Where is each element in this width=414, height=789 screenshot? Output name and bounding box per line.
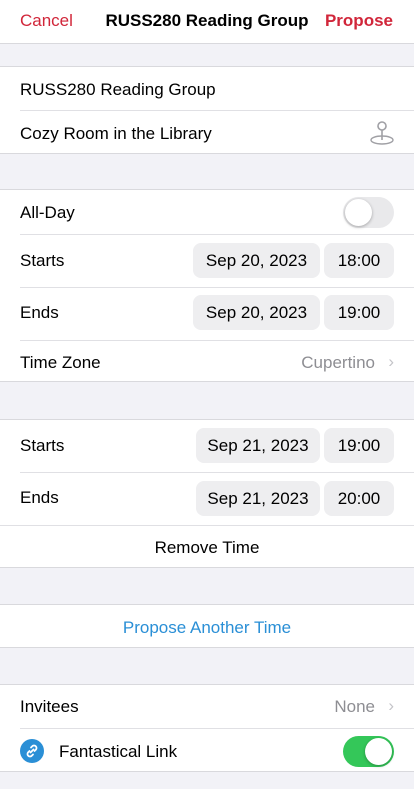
toggle-knob: [345, 199, 372, 226]
all-day-row: All-Day: [0, 190, 414, 234]
propose-another-time-button[interactable]: Propose Another Time: [0, 618, 414, 638]
navigation-bar: Cancel RUSS280 Reading Group Propose: [0, 0, 414, 44]
starts-time-button[interactable]: 18:00: [324, 243, 394, 278]
remove-time-row: Remove Time: [0, 526, 414, 569]
location-field[interactable]: Cozy Room in the Library: [0, 111, 414, 155]
chevron-right-icon: ›: [388, 352, 394, 371]
ends-label: Ends: [20, 303, 59, 322]
proposed-ends-row: Ends Sep 21, 2023 20:00: [0, 473, 414, 525]
invitees-row[interactable]: Invitees None ›: [0, 685, 414, 728]
time-zone-row[interactable]: Time Zone Cupertino ›: [0, 341, 414, 383]
proposed-starts-time-button[interactable]: 19:00: [324, 428, 394, 463]
time-zone-label: Time Zone: [20, 353, 101, 372]
link-icon: [20, 739, 44, 763]
proposed-time-group: Starts Sep 21, 2023 19:00 Ends Sep 21, 2…: [0, 419, 414, 568]
toggle-knob: [365, 738, 392, 765]
fantastical-link-label: Fantastical Link: [59, 742, 178, 761]
proposed-starts-label: Starts: [20, 436, 65, 455]
ends-time-button[interactable]: 19:00: [324, 295, 394, 330]
proposed-starts-date-button[interactable]: Sep 21, 2023: [196, 428, 320, 463]
proposed-ends-time-button[interactable]: 20:00: [324, 481, 394, 516]
all-day-label: All-Day: [20, 203, 75, 222]
ends-row: Ends Sep 20, 2023 19:00: [0, 288, 414, 340]
ends-date-button[interactable]: Sep 20, 2023: [193, 295, 320, 330]
title-text: RUSS280 Reading Group: [20, 80, 216, 99]
fantastical-link-toggle[interactable]: [343, 736, 394, 767]
starts-date-button[interactable]: Sep 20, 2023: [193, 243, 320, 278]
invitees-group: Invitees None › Fantastical Link: [0, 684, 414, 772]
map-pin-icon[interactable]: [369, 119, 395, 147]
event-details-group: RUSS280 Reading Group Cozy Room in the L…: [0, 66, 414, 154]
proposed-ends-date-button[interactable]: Sep 21, 2023: [196, 481, 320, 516]
location-text: Cozy Room in the Library: [20, 124, 212, 143]
fantastical-link-row: Fantastical Link: [0, 729, 414, 773]
time-zone-value: Cupertino: [301, 353, 375, 372]
all-day-toggle[interactable]: [343, 197, 394, 228]
chevron-right-icon: ›: [388, 696, 394, 715]
invitees-value: None: [334, 697, 375, 716]
starts-row: Starts Sep 20, 2023 18:00: [0, 235, 414, 287]
propose-button[interactable]: Propose: [325, 11, 393, 31]
remove-time-button[interactable]: Remove Time: [0, 538, 414, 558]
propose-another-group: Propose Another Time: [0, 604, 414, 648]
proposed-ends-label: Ends: [20, 488, 59, 507]
invitees-label: Invitees: [20, 697, 79, 716]
timing-group: All-Day Starts Sep 20, 2023 18:00 Ends S…: [0, 189, 414, 382]
starts-label: Starts: [20, 251, 65, 270]
title-field[interactable]: RUSS280 Reading Group: [0, 67, 414, 110]
proposed-starts-row: Starts Sep 21, 2023 19:00: [0, 420, 414, 472]
